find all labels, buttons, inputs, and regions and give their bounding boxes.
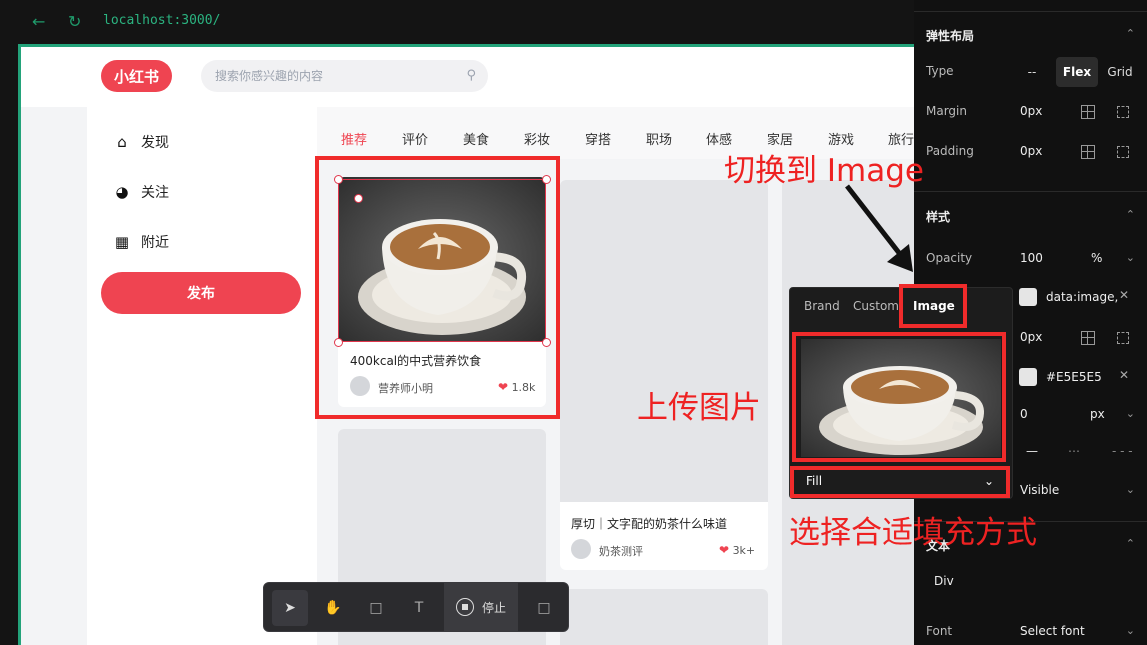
sidebar-item-follow[interactable]: ◕ 关注: [113, 180, 169, 204]
background-swatch[interactable]: [1019, 288, 1037, 306]
box-sides-icon[interactable]: [1081, 145, 1095, 159]
box-sides-icon[interactable]: [1081, 331, 1095, 345]
annotation-box-image-tab: [899, 284, 967, 328]
card-title[interactable]: 厚切｜文字配的奶茶什么味道: [571, 515, 727, 532]
stop-label: 停止: [481, 600, 506, 615]
layout-section-title: 弹性布局: [926, 29, 975, 43]
text-icon[interactable]: T: [401, 590, 437, 626]
heart-icon: ❤: [719, 543, 730, 557]
opacity-unit[interactable]: %: [1091, 251, 1102, 265]
border-solid-option[interactable]: —: [1026, 444, 1038, 458]
chevron-down-icon[interactable]: ⌄: [1126, 407, 1135, 420]
divider: [914, 11, 1147, 12]
sidebar-item-label: 关注: [141, 185, 169, 201]
border-color-swatch[interactable]: [1019, 368, 1037, 386]
tab-custom[interactable]: Custom: [853, 299, 899, 313]
annotation-switch-label: 切换到 Image: [724, 153, 924, 189]
margin-input[interactable]: 0px: [1020, 104, 1042, 118]
browser-bar: ← ↻ localhost:3000/: [0, 0, 914, 44]
chevron-up-icon[interactable]: ⌃: [1126, 27, 1135, 40]
expand-icon[interactable]: [1117, 106, 1129, 118]
annotation-box-card: [315, 156, 560, 419]
chevron-down-icon[interactable]: ⌄: [1126, 483, 1135, 496]
type-grid-option[interactable]: Grid: [1100, 57, 1140, 87]
hand-icon[interactable]: ✋: [315, 590, 351, 626]
tab-food[interactable]: 美食: [463, 129, 489, 148]
tab-makeup[interactable]: 彩妆: [524, 129, 550, 148]
expand-icon[interactable]: [1117, 146, 1129, 158]
editor-toolbar: ➤ ✋ □ T 停止 □: [263, 582, 569, 632]
stop-icon: [455, 598, 474, 616]
annotation-box-preview: [792, 332, 1006, 462]
search-input[interactable]: 搜索你感兴趣的内容 ⚲: [201, 60, 488, 92]
chevron-up-icon[interactable]: ⌃: [1126, 537, 1135, 550]
border-color-value[interactable]: #E5E5E5: [1046, 370, 1102, 384]
note-card[interactable]: [560, 589, 768, 645]
screen: ← ↻ localhost:3000/ 小红书 搜索你感兴趣的内容 ⚲ ⌂ 发现…: [0, 0, 1147, 645]
tab-career[interactable]: 职场: [646, 129, 672, 148]
card-author[interactable]: 奶茶测评: [599, 543, 643, 559]
note-card[interactable]: 厚切｜文字配的奶茶什么味道 奶茶测评 ❤ 3k+: [560, 180, 768, 570]
grid-icon: ▦: [114, 233, 130, 251]
search-icon[interactable]: ⚲: [466, 60, 476, 92]
site-logo[interactable]: 小红书: [101, 60, 172, 92]
font-select[interactable]: Select font: [1020, 624, 1085, 638]
overflow-select[interactable]: Visible: [1020, 483, 1059, 497]
opacity-input[interactable]: 100: [1020, 251, 1043, 265]
stop-button[interactable]: 停止: [444, 583, 518, 631]
arrow-left-icon[interactable]: ←: [32, 12, 45, 31]
annotation-fill-label: 选择合适填充方式: [789, 515, 1037, 551]
expand-icon[interactable]: [1117, 332, 1129, 344]
type-none-option[interactable]: --: [1014, 57, 1050, 87]
annotation-upload-label: 上传图片: [637, 390, 761, 426]
radius-input[interactable]: 0px: [1020, 330, 1042, 344]
url-bar[interactable]: localhost:3000/: [103, 13, 220, 28]
type-label: Type: [926, 64, 954, 78]
chevron-up-icon[interactable]: ⌃: [1126, 208, 1135, 221]
margin-label: Margin: [926, 104, 967, 118]
home-icon: ⌂: [117, 133, 127, 151]
publish-button[interactable]: 发布: [101, 272, 301, 314]
text-tag-select[interactable]: Div: [934, 574, 954, 588]
sidebar-item-label: 附近: [141, 235, 169, 251]
reload-icon[interactable]: ↻: [68, 12, 81, 31]
chevron-down-icon[interactable]: ⌄: [1126, 624, 1135, 637]
sidebar-item-discover[interactable]: ⌂ 发现: [113, 130, 169, 154]
tab-brand[interactable]: Brand: [804, 299, 840, 313]
border-width-input[interactable]: 0: [1020, 407, 1028, 421]
annotation-box-fill: [790, 466, 1010, 498]
box-sides-icon[interactable]: [1081, 105, 1095, 119]
pointer-icon[interactable]: ➤: [272, 590, 308, 626]
annotation-arrow-icon: [845, 184, 913, 272]
like-count[interactable]: ❤ 3k+: [719, 543, 755, 557]
canvas-frame: 小红书 搜索你感兴趣的内容 ⚲ ⌂ 发现 ◕ 关注 ▦ 附近 发布 推荐 评价: [18, 44, 914, 645]
border-unit[interactable]: px: [1090, 407, 1105, 421]
tab-review[interactable]: 评价: [402, 129, 428, 148]
search-placeholder: 搜索你感兴趣的内容: [215, 69, 324, 83]
like-count-value: 3k+: [732, 544, 756, 557]
sidebar-item-nearby[interactable]: ▦ 附近: [113, 230, 169, 254]
font-label: Font: [926, 624, 953, 638]
tab-recommend[interactable]: 推荐: [341, 129, 367, 148]
sidebar-item-label: 发现: [141, 135, 169, 151]
image-placeholder: [560, 180, 768, 502]
left-sidebar: ⌂ 发现 ◕ 关注 ▦ 附近 发布: [87, 107, 317, 645]
border-dashed-option[interactable]: - - -: [1112, 444, 1133, 458]
background-value[interactable]: data:image,: [1046, 290, 1118, 304]
image-placeholder: [560, 589, 768, 645]
chevron-down-icon[interactable]: ⌄: [1126, 251, 1135, 264]
rectangle-icon[interactable]: □: [358, 590, 394, 626]
type-flex-option[interactable]: Flex: [1056, 57, 1098, 87]
terminal-icon[interactable]: □: [526, 590, 562, 626]
border-dotted-option[interactable]: ⋯: [1068, 444, 1080, 458]
close-icon[interactable]: ✕: [1119, 288, 1129, 302]
padding-input[interactable]: 0px: [1020, 144, 1042, 158]
tab-outfit[interactable]: 穿搭: [585, 129, 611, 148]
compass-icon: ◕: [115, 183, 129, 201]
close-icon[interactable]: ✕: [1119, 368, 1129, 382]
padding-label: Padding: [926, 144, 974, 158]
site-header: 小红书 搜索你感兴趣的内容 ⚲: [21, 47, 914, 107]
avatar: [571, 539, 591, 559]
